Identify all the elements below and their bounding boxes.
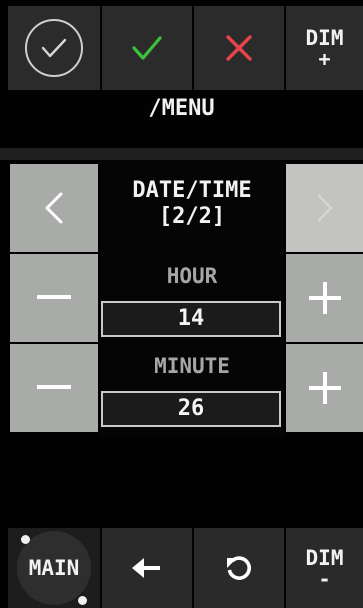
confirm-all-button[interactable] — [8, 6, 100, 90]
dim-up-label: DIM — [305, 26, 344, 50]
dim-down-button[interactable]: DIM - — [286, 528, 363, 608]
prev-page-button[interactable] — [10, 164, 98, 252]
minute-decrement-button[interactable] — [10, 344, 98, 432]
page-title-name: DATE/TIME — [132, 178, 252, 203]
next-page-button[interactable] — [286, 164, 363, 252]
cancel-button[interactable] — [194, 6, 284, 90]
hour-label: HOUR — [166, 264, 218, 288]
plus-icon — [308, 282, 341, 314]
check-circle-icon — [25, 19, 83, 77]
green-check-icon — [132, 36, 162, 60]
arrow-left-icon — [132, 558, 160, 578]
refresh-icon — [227, 556, 251, 580]
back-button[interactable] — [102, 528, 192, 608]
dim-down-sign: - — [318, 567, 331, 591]
indicator-dot — [78, 596, 87, 605]
top-bar: DIM + — [0, 0, 363, 92]
minute-label: MINUTE — [154, 354, 230, 378]
dim-down-label: DIM — [305, 546, 344, 570]
minus-icon — [37, 385, 71, 389]
accept-button[interactable] — [102, 6, 192, 90]
page-indicator: [2/2] — [158, 204, 226, 229]
bottom-bar: MAIN DIM - — [0, 528, 363, 608]
menu-title: /MENU — [148, 96, 215, 121]
hour-decrement-button[interactable] — [10, 254, 98, 342]
plus-icon — [308, 372, 341, 404]
minute-value[interactable]: 26 — [101, 391, 281, 427]
minute-increment-button[interactable] — [286, 344, 363, 432]
reset-button[interactable] — [194, 528, 284, 608]
dim-up-button[interactable]: DIM + — [286, 6, 363, 90]
main-label: MAIN — [28, 556, 80, 580]
hour-increment-button[interactable] — [286, 254, 363, 342]
dim-up-sign: + — [318, 47, 331, 71]
main-button[interactable]: MAIN — [8, 528, 100, 608]
chevron-left-icon — [45, 192, 63, 224]
divider — [0, 148, 363, 160]
hour-value[interactable]: 14 — [101, 301, 281, 337]
red-x-icon — [226, 35, 252, 61]
chevron-right-icon — [317, 194, 332, 222]
indicator-dot — [21, 535, 30, 544]
page-title: DATE/TIME [2/2] — [100, 178, 284, 230]
minus-icon — [37, 295, 71, 299]
device-screen: DIM + /MENU DATE/TIME [2/2] HOUR 14 MINU… — [0, 0, 363, 608]
main-button-circle: MAIN — [17, 531, 91, 605]
